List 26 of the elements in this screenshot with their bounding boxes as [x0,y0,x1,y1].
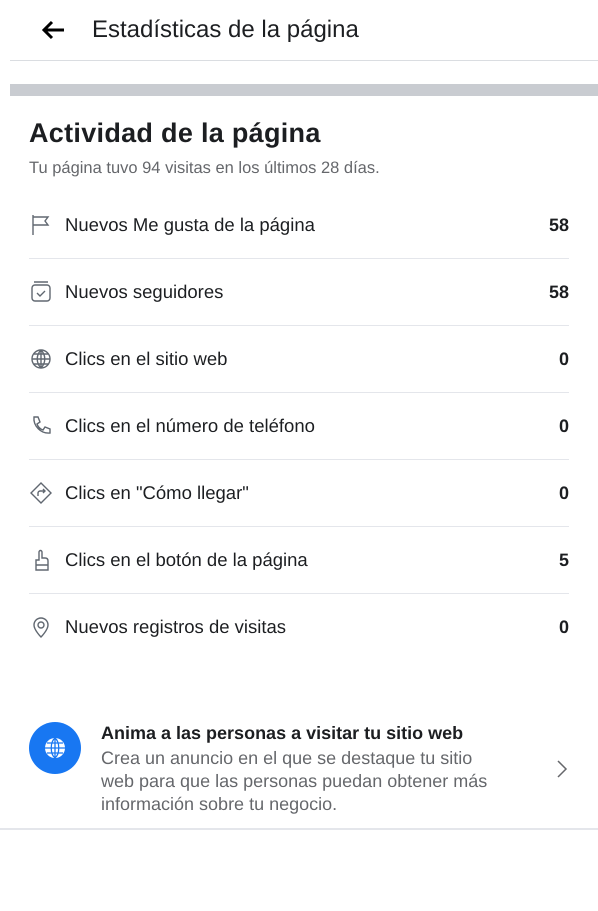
promo-description: Crea un anuncio en el que se destaque tu sitio web para que las personas puedan obtener más información sobre tu negocio. [101,747,488,816]
metric-value: 58 [548,214,569,236]
chevron-right-icon [555,758,569,780]
metric-value: 0 [558,616,569,638]
metric-value: 0 [558,482,569,504]
metric-label: Nuevos registros de visitas [65,616,288,638]
metric-label: Clics en el botón de la página [65,549,309,571]
calendar-check-icon [29,280,53,304]
section-subtitle: Tu página tuvo 94 visitas en los últimos 28 días. [29,159,381,178]
metric-value: 0 [558,416,569,436]
metric-value: 58 [548,282,569,302]
metric-label: Nuevos seguidores [65,281,224,303]
metric-label: Clics en "Cómo llegar" [65,482,250,504]
metric-label: Nuevos Me gusta de la página [65,214,316,236]
directions-icon [29,481,53,505]
promo-title: Anima a las personas a visitar tu sitio web [101,722,464,745]
metric-label: Clics en el número de teléfono [65,415,316,437]
section-title: Actividad de la página [29,118,322,149]
metric-value: 0 [558,348,569,370]
promo-card[interactable]: Anima a las personas a visitar tu sitio web Crea un anuncio en el que se destaque tu sitio web para que las personas puedan obtener más información sobre tu negocio. [0,660,598,830]
back-arrow-icon[interactable] [40,19,66,41]
globe-icon [29,347,53,371]
page-title: Estadísticas de la página [92,16,359,44]
globe-badge-icon [29,722,81,774]
metric-label: Clics en el sitio web [65,348,228,370]
metric-value: 5 [558,550,569,570]
